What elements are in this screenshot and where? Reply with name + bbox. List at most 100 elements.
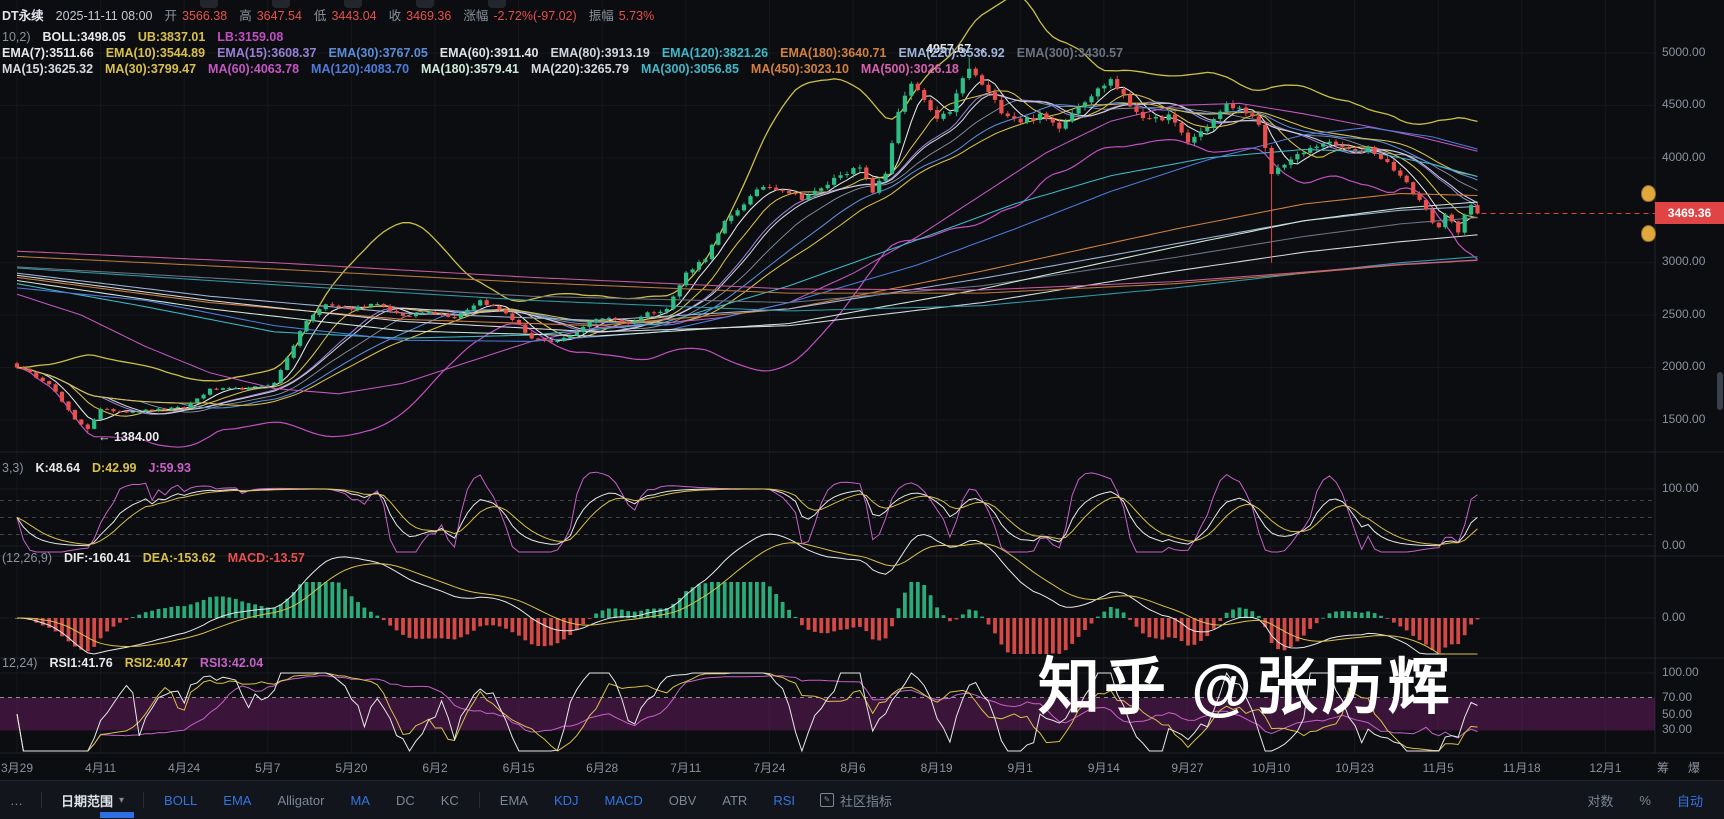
rsi-readout-row: 12,24) RSI1:41.76 RSI2:40.47 RSI3:42.04 [2,656,263,671]
ema-token: EMA(15):3608.37 [217,46,317,60]
scale-button-%[interactable]: % [1626,793,1664,808]
cutoff-toolbar-icons [200,0,506,8]
price-axis-label: 4500.00 [1662,97,1706,111]
toolbar-divider [41,792,42,808]
toolbar-divider [143,792,145,808]
ohlc-label: 收 [388,9,402,23]
scrollbar-thumb[interactable] [1717,372,1723,410]
ohlc-readout-row: DT永续 2025-11-11 08:00 开 3566.38 高 3647.54 低 344… [2,9,654,24]
boll-token: LB:3159.08 [217,30,284,44]
indicator-button-atr[interactable]: ATR [709,793,760,808]
ohlc-label: 振幅 [588,9,614,23]
ma-token: MA(30):3799.47 [105,62,197,76]
price-axis-label: 100.00 [1662,481,1699,495]
ohlc-value: 5.73% [618,9,655,23]
time-axis-label: 9月27 [1171,761,1204,775]
indicator-button-obv[interactable]: OBV [656,793,709,808]
time-axis-label: 11月18 [1502,761,1541,775]
ema-token: EMA(220):3536.92 [898,46,1005,60]
ohlc-value: 3566.38 [182,9,228,23]
ohlc-pair: 高 3647.54 [239,9,302,24]
rsi-token: 12,24) [2,656,38,670]
scale-button-对数[interactable]: 对数 [1574,791,1626,810]
macd-readout-row: (12,26,9) DIF:-160.41 DEA:-153.62 MACD:-13.… [2,551,305,566]
indicator-button-kdj[interactable]: KDJ [541,793,592,808]
ohlc-label: 开 [164,9,178,23]
ohlc-pair: 收 3469.36 [389,9,452,24]
time-axis-label: 3月29 [0,761,34,775]
ohlc-pair: 涨幅 -2.72%(-97.02) [463,9,576,24]
indicator-button-ema[interactable]: EMA [210,793,264,808]
low-price-annotation: ← 1384.00 [98,430,160,444]
indicator-button-rsi[interactable]: RSI [760,793,808,808]
symbol-label: DT永续 [2,9,44,23]
macd-token: DEA:-153.62 [142,551,216,565]
price-axis-label: 30.00 [1662,722,1693,736]
price-axis-label: 1500.00 [1662,412,1706,426]
overlay-indicator-group: BOLL EMA Alligator MA DC KC [151,793,472,808]
watermark: 知乎 @张历辉 [1038,653,1454,722]
ema-token: EMA(80):3913.19 [550,46,650,60]
time-axis-label: 7月24 [753,761,786,775]
ma-readout-row: MA(15):3625.32 MA(30):3799.47 MA(60):4063.… [2,62,959,77]
price-axis: 5000.00 4500.00 4000.00 3000.00 2500.00 2000.… [1655,0,1724,780]
ma-token: MA(450):3023.10 [750,62,849,76]
macd-token: MACD:-13.57 [227,551,305,565]
indicator-button-ema[interactable]: EMA [487,793,541,808]
price-alert-icon[interactable] [1641,225,1656,242]
scale-button-自动[interactable]: 自动 [1664,791,1716,810]
boll-token: BOLL:3498.05 [42,30,126,44]
indicator-button-alligator[interactable]: Alligator [264,793,337,808]
ohlc-value: 3469.36 [406,9,452,23]
ma-token: MA(120):4083.70 [311,62,410,76]
time-axis-label: 9月1 [1007,761,1033,775]
rsi-token: RSI1:41.76 [49,656,113,670]
time-axis-label: 9月14 [1087,761,1120,775]
date-range-button[interactable]: 日期范围 ▾ [49,791,136,810]
community-indicators-button[interactable]: ✎ 社区指标 [808,791,904,810]
ema-token: EMA(120):3821.26 [661,46,769,60]
kdj-token: D:42.99 [92,461,137,475]
price-axis-label: 0.00 [1662,610,1686,624]
indicator-button-ma[interactable]: MA [337,793,383,808]
rsi-token: RSI3:42.04 [199,656,264,670]
indicator-button-macd[interactable]: MACD [592,793,656,808]
boll-token: UB:3837.01 [137,30,206,44]
indicator-button-boll[interactable]: BOLL [151,793,210,808]
ohlc-value: 3647.54 [256,9,302,23]
sub-indicator-group: EMA KDJ MACD OBV ATR RSI [487,793,808,808]
price-axis-label: 70.00 [1662,690,1693,704]
ma-token: MA(180):3579.41 [421,62,519,76]
time-axis-label: 4月11 [85,761,117,775]
price-axis-label: 100.00 [1662,665,1699,679]
time-axis-label: 10月23 [1335,761,1374,775]
ohlc-label: 涨幅 [463,9,489,23]
ema-token: EMA(10):3544.89 [105,46,206,60]
time-axis-label: 8月19 [920,761,953,775]
ema-token: EMA(7):3511.66 [2,46,94,60]
indicator-button-kc[interactable]: KC [428,793,472,808]
ohlc-value: 3443.04 [331,9,377,23]
indicator-button-dc[interactable]: DC [383,793,428,808]
cutoff-icon [488,0,506,8]
time-axis-label: 6月2 [422,761,448,775]
ema-token: EMA(180):3640.71 [780,46,887,60]
community-indicators-label: 社区指标 [839,793,892,809]
ma-token: MA(220):3265.79 [530,62,629,76]
ohlc-label: 低 [313,9,327,23]
ema-token: EMA(30):3767.05 [328,46,428,60]
time-axis-label: 6月15 [502,761,535,775]
more-button[interactable]: … [0,793,34,808]
time-axis-label: 4月24 [168,761,201,775]
ohlc-pair: 开 3566.38 [165,9,228,24]
price-axis-label: 2500.00 [1662,307,1706,321]
time-axis: 3月29 4月11 4月24 5月7 5月20 6月2 6月15 6月28 7月11 7月24 8月… [0,755,1724,779]
macd-token: (12,26,9) [2,551,53,565]
ma-token: MA(500):3026.18 [860,62,959,76]
time-axis-label: 5月7 [255,761,281,775]
kdj-readout-row: 3,3) K:48.64 D:42.99 J:59.93 [2,461,191,476]
time-axis-label: 6月28 [586,761,619,775]
price-alert-icon[interactable] [1641,185,1656,202]
date-range-highlight [100,812,134,818]
toolbar-divider [478,792,480,808]
